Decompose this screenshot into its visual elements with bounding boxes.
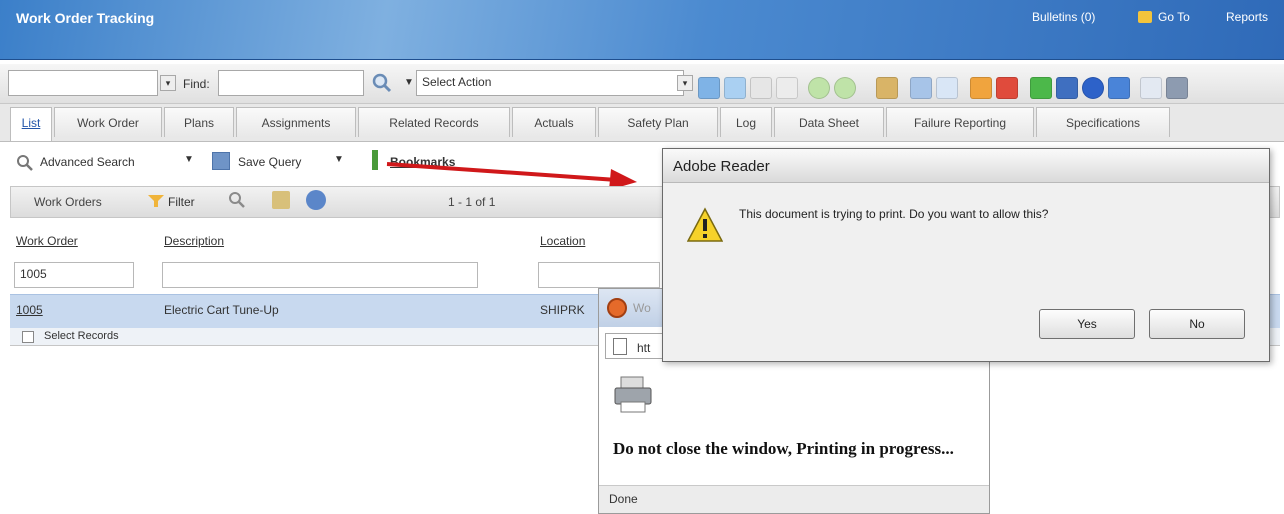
- page-icon: [613, 338, 627, 355]
- row-location: SHIPRK: [540, 303, 585, 317]
- tab-actuals[interactable]: Actuals: [512, 107, 596, 137]
- chevron-down-icon[interactable]: ▼: [184, 154, 194, 165]
- row-work-order[interactable]: 1005: [16, 303, 43, 317]
- tab-safety-plan[interactable]: Safety Plan: [598, 107, 718, 137]
- popup-status-bar: [599, 485, 989, 513]
- find-input[interactable]: [218, 70, 364, 96]
- tab-log[interactable]: Log: [720, 107, 772, 137]
- new-record-icon[interactable]: [698, 77, 720, 99]
- app-title: Work Order Tracking: [16, 10, 155, 26]
- popup-address: htt: [637, 341, 651, 355]
- next-icon[interactable]: [834, 77, 856, 99]
- search-icon: [16, 154, 34, 172]
- report-icon[interactable]: [936, 77, 958, 99]
- tab-list[interactable]: List: [10, 107, 52, 141]
- popup-status-text: Done: [609, 492, 638, 506]
- select-action-field[interactable]: Select Action: [416, 70, 684, 96]
- browser-icon: [607, 298, 627, 318]
- goto-icon: [1138, 11, 1152, 23]
- approve-icon[interactable]: [1030, 77, 1052, 99]
- filter-icon: [148, 194, 164, 208]
- column-work-order[interactable]: Work Order: [16, 234, 78, 248]
- bookmark-icon: [372, 150, 378, 170]
- dialog-message: This document is trying to print. Do you…: [739, 207, 1049, 221]
- route-workflow-icon[interactable]: [876, 77, 898, 99]
- select-action-dropdown[interactable]: ▾: [677, 75, 693, 91]
- chevron-down-icon: ▼: [404, 77, 414, 88]
- yes-button[interactable]: Yes: [1039, 309, 1135, 339]
- tab-failure-reporting[interactable]: Failure Reporting: [886, 107, 1034, 137]
- tab-data-sheet[interactable]: Data Sheet: [774, 107, 884, 137]
- select-records-checkbox[interactable]: [22, 331, 34, 343]
- tab-specifications[interactable]: Specifications: [1036, 107, 1170, 137]
- printer-icon: [613, 375, 653, 415]
- select-records-label[interactable]: Select Records: [44, 330, 119, 342]
- save-query-button[interactable]: Save Query: [238, 155, 301, 169]
- view-history-icon[interactable]: [910, 77, 932, 99]
- chart-icon[interactable]: [1056, 77, 1078, 99]
- location-filter[interactable]: [538, 262, 660, 288]
- record-field[interactable]: [8, 70, 158, 96]
- complete-icon[interactable]: [1082, 77, 1104, 99]
- app-header: [0, 0, 1284, 60]
- chevron-down-icon[interactable]: ▼: [334, 154, 344, 165]
- save-query-icon: [212, 152, 230, 170]
- description-filter[interactable]: [162, 262, 478, 288]
- tab-work-order[interactable]: Work Order: [54, 107, 162, 137]
- excel-icon[interactable]: [1108, 77, 1130, 99]
- search-icon[interactable]: [372, 73, 392, 93]
- reports-link[interactable]: Reports: [1226, 10, 1268, 24]
- refresh-icon[interactable]: [306, 190, 326, 210]
- work-order-filter[interactable]: 1005: [14, 262, 134, 288]
- record-dropdown-button[interactable]: ▾: [160, 75, 176, 91]
- goto-link[interactable]: Go To: [1158, 10, 1190, 24]
- edit-icon[interactable]: [776, 77, 798, 99]
- column-location[interactable]: Location: [540, 234, 585, 248]
- tab-related-records[interactable]: Related Records: [358, 107, 510, 137]
- adobe-reader-dialog: Adobe Reader This document is trying to …: [662, 148, 1270, 362]
- save-icon[interactable]: [750, 77, 772, 99]
- tab-plans[interactable]: Plans: [164, 107, 234, 137]
- printing-message: Do not close the window, Printing in pro…: [613, 439, 954, 458]
- list-title: Work Orders: [34, 195, 102, 209]
- popup-title: Wo: [633, 301, 651, 315]
- search-icon[interactable]: [228, 191, 246, 209]
- bulletins-link[interactable]: Bulletins (0): [1032, 10, 1095, 24]
- printer-icon[interactable]: [1166, 77, 1188, 99]
- column-description[interactable]: Description: [164, 234, 224, 248]
- tab-assignments[interactable]: Assignments: [236, 107, 356, 137]
- no-button[interactable]: No: [1149, 309, 1245, 339]
- insert-icon[interactable]: [724, 77, 746, 99]
- filter-button[interactable]: Filter: [168, 195, 195, 209]
- clear-filter-icon[interactable]: [272, 191, 290, 209]
- paging-info: 1 - 1 of 1: [448, 195, 496, 209]
- row-description: Electric Cart Tune-Up: [164, 303, 279, 317]
- activity-icon[interactable]: [996, 77, 1018, 99]
- find-label: Find:: [183, 77, 210, 91]
- page-icon[interactable]: [1140, 77, 1162, 99]
- warning-icon: [686, 207, 724, 243]
- previous-icon[interactable]: [808, 77, 830, 99]
- alert-icon[interactable]: [970, 77, 992, 99]
- advanced-search-button[interactable]: Advanced Search: [40, 155, 135, 169]
- dialog-title: Adobe Reader: [673, 158, 770, 175]
